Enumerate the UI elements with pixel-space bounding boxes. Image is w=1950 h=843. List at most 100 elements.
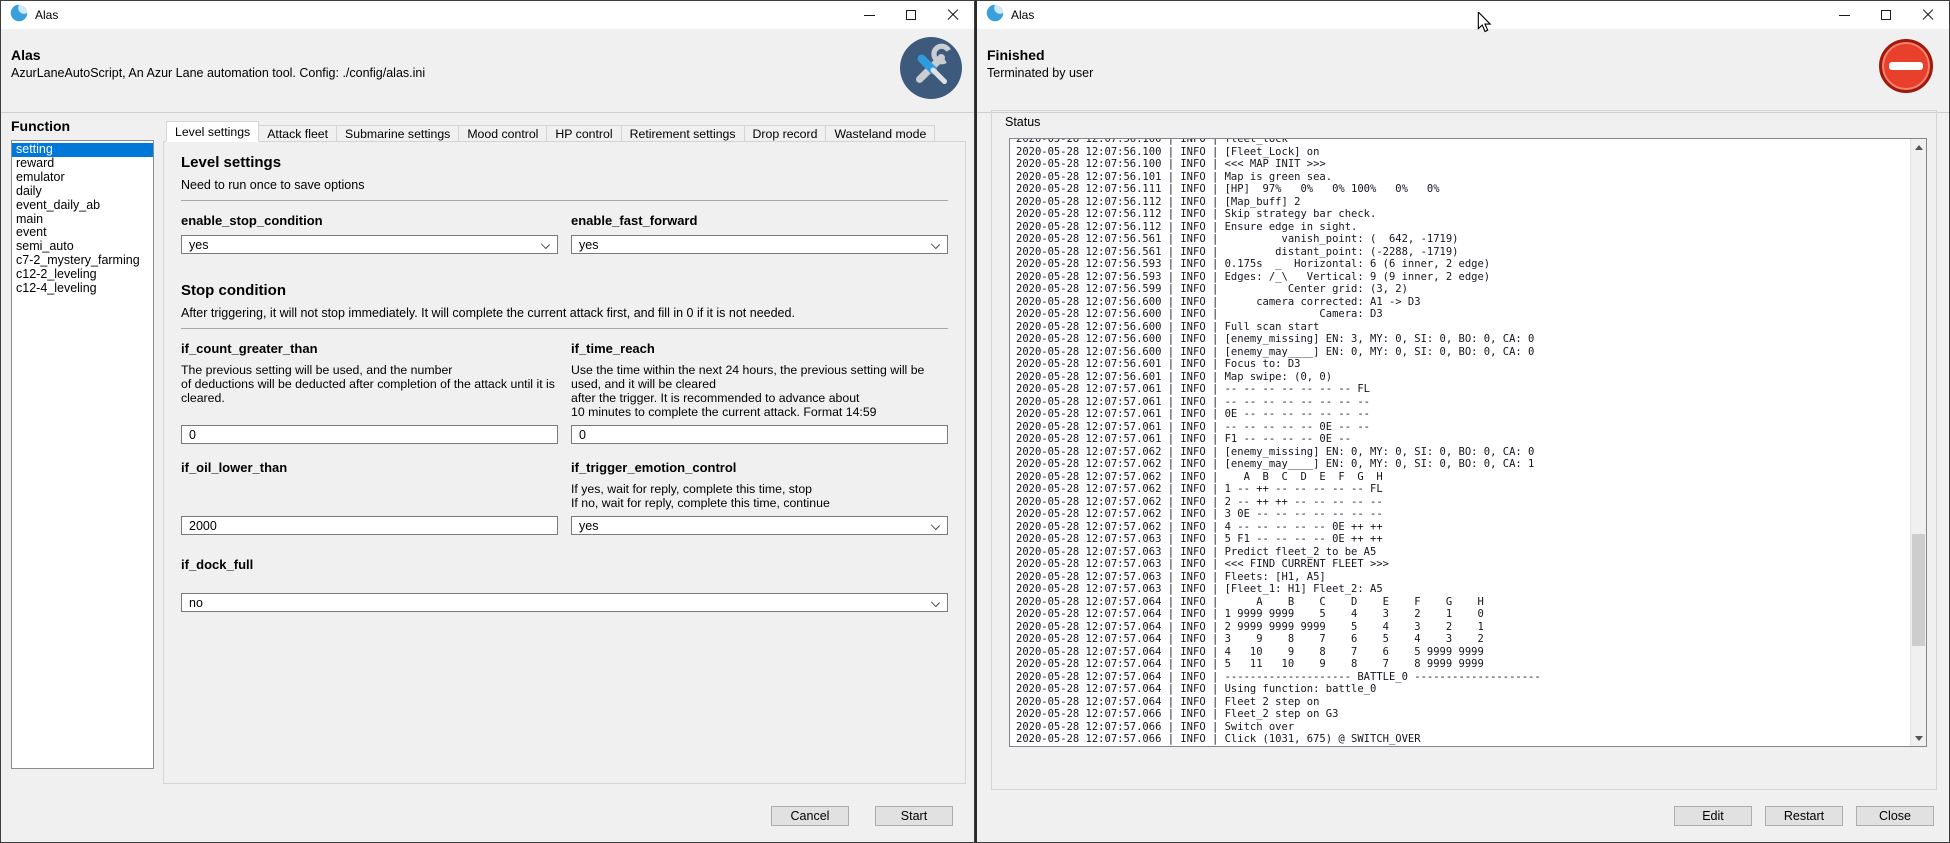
function-item-setting[interactable]: setting	[12, 143, 153, 157]
log-lines: 2020-05-28 12:07:56.100 | INFO | fleet_l…	[1010, 138, 1926, 746]
selected-value: yes	[189, 238, 208, 252]
maximize-button[interactable]	[1865, 1, 1907, 29]
enable-fast-forward-select[interactable]: yes	[571, 235, 948, 254]
function-item-daily[interactable]: daily	[12, 185, 153, 199]
tab-level-settings[interactable]: Level settings	[166, 121, 259, 142]
triangle-down-icon	[1915, 736, 1923, 741]
function-item-event-daily-ab[interactable]: event_daily_ab	[12, 199, 153, 213]
log-line: 2020-05-28 12:07:57.063 | INFO | <<< FIN…	[1016, 558, 1926, 571]
selected-value: yes	[579, 238, 598, 252]
field-label: if_trigger_emotion_control	[571, 460, 948, 475]
close-icon	[1922, 9, 1934, 21]
field-if-dock-full: if_dock_full no	[181, 557, 948, 612]
log-line: 2020-05-28 12:07:57.061 | INFO | 0E -- -…	[1016, 408, 1926, 421]
maximize-icon	[906, 10, 916, 20]
if-trigger-emotion-control-select[interactable]: yes	[571, 516, 948, 535]
function-item-c12-4-leveling[interactable]: c12-4_leveling	[12, 282, 153, 296]
log-line: 2020-05-28 12:07:56.112 | INFO | Skip st…	[1016, 208, 1926, 221]
tab-submarine-settings[interactable]: Submarine settings	[337, 125, 459, 142]
log-line: 2020-05-28 12:07:57.061 | INFO | F1 -- -…	[1016, 433, 1926, 446]
chevron-down-icon	[541, 240, 550, 249]
alas-logo-icon	[986, 4, 1004, 27]
tab-hp-control[interactable]: HP control	[547, 125, 621, 142]
log-line: 2020-05-28 12:07:57.066 | INFO | Fleet_2…	[1016, 708, 1926, 721]
if-count-greater-than-input[interactable]	[181, 425, 558, 444]
tab-attack-fleet[interactable]: Attack fleet	[259, 125, 337, 142]
log-line: 2020-05-28 12:07:56.600 | INFO | Full sc…	[1016, 321, 1926, 334]
start-button[interactable]: Start	[875, 806, 953, 826]
log-line: 2020-05-28 12:07:56.111 | INFO | [HP] 97…	[1016, 183, 1926, 196]
window-title: Alas	[1011, 8, 1034, 22]
close-icon	[947, 9, 959, 21]
window-title: Alas	[35, 8, 58, 22]
cancel-button[interactable]: Cancel	[771, 806, 849, 826]
scrollbar-thumb[interactable]	[1912, 534, 1925, 646]
edit-button[interactable]: Edit	[1674, 806, 1752, 826]
stop-icon	[1879, 39, 1933, 93]
function-item-c7-2-mystery-farming[interactable]: c7-2_mystery_farming	[12, 254, 153, 268]
log-scrollbar[interactable]	[1910, 139, 1926, 746]
minimize-button[interactable]	[848, 1, 890, 29]
scrollbar-up-arrow[interactable]	[1911, 139, 1926, 155]
restart-button[interactable]: Restart	[1765, 806, 1843, 826]
tab-drop-record[interactable]: Drop record	[745, 125, 827, 142]
close-button[interactable]	[1907, 1, 1949, 29]
config-window: Alas Alas AzurLaneAutoScript, An Azur La…	[0, 0, 975, 843]
tools-icon	[900, 37, 962, 99]
if-dock-full-select[interactable]: no	[181, 593, 948, 612]
log-line: 2020-05-28 12:07:57.061 | INFO | -- -- -…	[1016, 396, 1926, 409]
log-line: 2020-05-28 12:07:57.062 | INFO | [enemy_…	[1016, 446, 1926, 459]
function-item-reward[interactable]: reward	[12, 157, 153, 171]
field-help: The previous setting will be used, and t…	[181, 363, 558, 419]
log-line: 2020-05-28 12:07:57.064 | INFO | Using f…	[1016, 683, 1926, 696]
enable-stop-condition-select[interactable]: yes	[181, 235, 558, 254]
log-line: 2020-05-28 12:07:57.066 | INFO | Switch …	[1016, 721, 1926, 734]
section-help: Need to run once to save options	[181, 178, 948, 192]
field-if-oil-lower-than: if_oil_lower_than	[181, 460, 558, 535]
close-run-button[interactable]: Close	[1856, 806, 1934, 826]
field-label: if_time_reach	[571, 341, 948, 356]
tab-wasteland-mode[interactable]: Wasteland mode	[826, 125, 935, 142]
log-line: 2020-05-28 12:07:56.593 | INFO | 0.175s …	[1016, 258, 1926, 271]
function-item-semi-auto[interactable]: semi_auto	[12, 240, 153, 254]
function-item-emulator[interactable]: emulator	[12, 171, 153, 185]
close-button[interactable]	[932, 1, 974, 29]
log-line: 2020-05-28 12:07:57.064 | INFO | 3 9 8 7…	[1016, 633, 1926, 646]
log-line: 2020-05-28 12:07:56.101 | INFO | Map is …	[1016, 171, 1926, 184]
function-item-main[interactable]: main	[12, 213, 153, 227]
log-line: 2020-05-28 12:07:56.112 | INFO | [Map_bu…	[1016, 196, 1926, 209]
maximize-button[interactable]	[890, 1, 932, 29]
field-label: enable_fast_forward	[571, 213, 948, 228]
scrollbar-down-arrow[interactable]	[1911, 730, 1926, 746]
selected-value: yes	[579, 519, 598, 533]
minimize-button[interactable]	[1823, 1, 1865, 29]
field-help: Use the time within the next 24 hours, t…	[571, 363, 948, 419]
if-time-reach-input[interactable]	[571, 425, 948, 444]
level-settings-panel: Level settings Need to run once to save …	[163, 141, 966, 784]
status-label: Status	[1003, 115, 1042, 129]
log-output[interactable]: 2020-05-28 12:07:56.100 | INFO | fleet_l…	[1009, 138, 1927, 747]
divider	[181, 200, 948, 201]
tab-retirement-settings[interactable]: Retirement settings	[622, 125, 745, 142]
alas-logo-icon	[10, 4, 28, 27]
log-line: 2020-05-28 12:07:57.061 | INFO | -- -- -…	[1016, 421, 1926, 434]
log-line: 2020-05-28 12:07:56.561 | INFO | distant…	[1016, 246, 1926, 259]
field-help: If yes, wait for reply, complete this ti…	[571, 482, 948, 510]
chevron-down-icon	[931, 240, 940, 249]
maximize-icon	[1881, 10, 1891, 20]
function-list: setting reward emulator daily event_dail…	[11, 140, 154, 769]
tab-mood-control[interactable]: Mood control	[459, 125, 547, 142]
log-line: 2020-05-28 12:07:56.600 | INFO | Camera:…	[1016, 308, 1926, 321]
log-line: 2020-05-28 12:07:56.600 | INFO | [enemy_…	[1016, 333, 1926, 346]
titlebar[interactable]: Alas	[977, 1, 1949, 29]
log-line: 2020-05-28 12:07:57.062 | INFO | A B C D…	[1016, 471, 1926, 484]
function-item-event[interactable]: event	[12, 226, 153, 240]
section-heading: Stop condition	[181, 282, 948, 299]
log-line: 2020-05-28 12:07:57.063 | INFO | [Fleet_…	[1016, 583, 1926, 596]
spacer	[181, 482, 558, 516]
log-line: 2020-05-28 12:07:56.100 | INFO | fleet_l…	[1016, 138, 1926, 146]
settings-tabbar: Level settings Attack fleet Submarine se…	[166, 122, 935, 142]
titlebar[interactable]: Alas	[1, 1, 974, 29]
if-oil-lower-than-input[interactable]	[181, 516, 558, 535]
function-item-c12-2-leveling[interactable]: c12-2_leveling	[12, 268, 153, 282]
